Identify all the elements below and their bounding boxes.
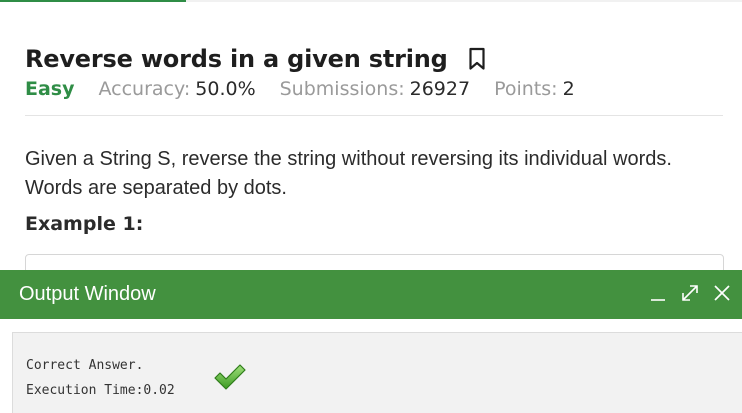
points-stat: Points: 2 <box>494 78 575 100</box>
accuracy-stat: Accuracy: 50.0% <box>99 78 256 100</box>
bookmark-icon[interactable] <box>468 47 486 71</box>
points-label: Points: <box>494 78 558 100</box>
problem-description: Given a String S, reverse the string wit… <box>25 148 672 199</box>
result-text: Correct Answer. <box>26 357 144 373</box>
problem-title: Reverse words in a given string <box>25 45 448 73</box>
header-divider <box>25 115 723 116</box>
expand-icon[interactable] <box>680 282 700 304</box>
submissions-stat: Submissions: 26927 <box>280 78 470 100</box>
problem-title-row: Reverse words in a given string <box>25 42 725 76</box>
submissions-label: Submissions: <box>279 78 405 100</box>
output-window: Output Window Correct Answer. Execution … <box>0 270 742 413</box>
accuracy-label: Accuracy: <box>98 78 191 100</box>
submissions-value: 26927 <box>409 78 471 100</box>
example-heading: Example 1: <box>25 213 144 235</box>
checkmark-icon <box>149 347 246 390</box>
output-window-title: Output Window <box>19 283 156 305</box>
problem-header: Reverse words in a given string Easy Acc… <box>25 42 725 106</box>
accuracy-value: 50.0% <box>195 78 256 100</box>
output-gap <box>0 319 742 332</box>
problem-meta: Easy Accuracy: 50.0% Submissions: 26927 Po… <box>25 78 725 106</box>
execution-time: Execution Time:0.02 <box>26 383 175 398</box>
result-line: Correct Answer. <box>26 353 246 390</box>
difficulty-badge: Easy <box>25 78 75 100</box>
points-value: 2 <box>562 78 575 100</box>
minimize-icon[interactable] <box>648 282 668 304</box>
window-controls <box>648 282 732 304</box>
close-icon[interactable] <box>712 282 732 304</box>
output-window-header[interactable]: Output Window <box>0 270 742 319</box>
output-console: Correct Answer. Execution Time:0.02 <box>12 332 742 413</box>
top-progress-bar <box>0 0 742 2</box>
top-progress-fill <box>0 0 186 2</box>
